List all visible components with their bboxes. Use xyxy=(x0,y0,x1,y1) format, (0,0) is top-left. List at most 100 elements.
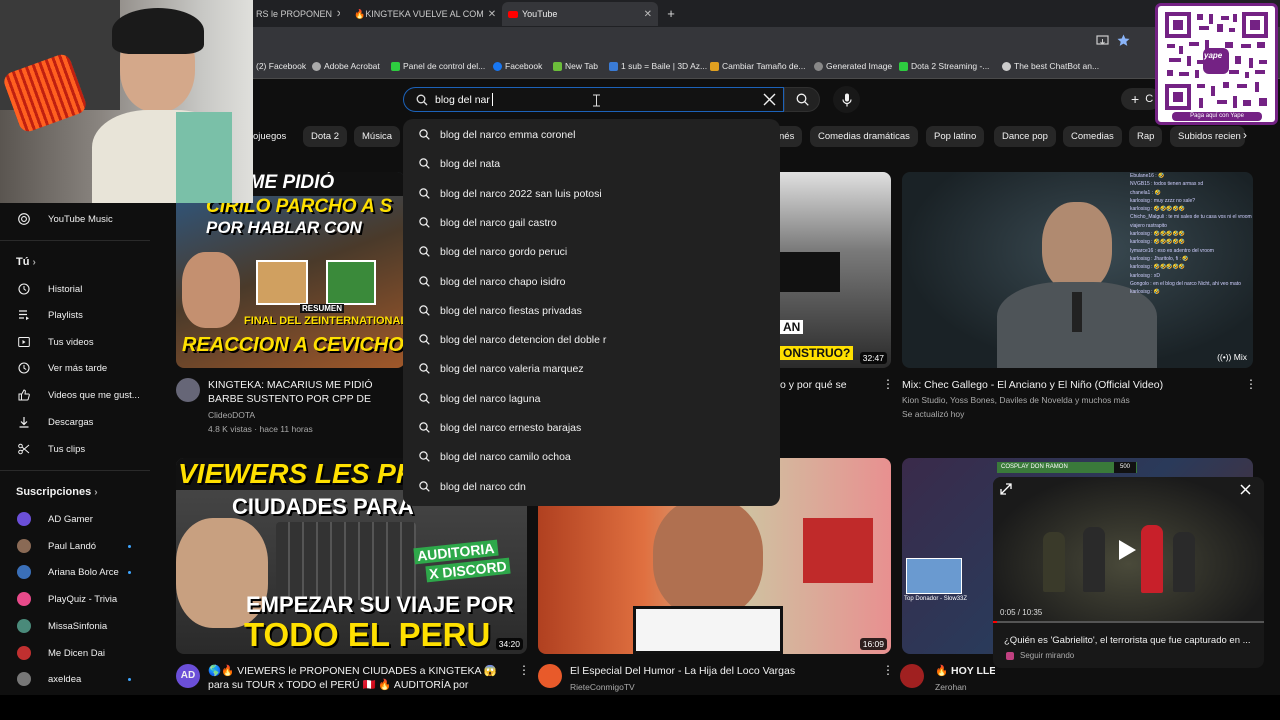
miniplayer-title[interactable]: ¿Quién es 'Gabrielito', el terrorista qu… xyxy=(1004,635,1256,646)
video-title[interactable]: El Especial Del Humor - La Hija del Loco… xyxy=(570,664,870,678)
scissors-icon xyxy=(18,443,30,455)
chip-comedias[interactable]: Comedias xyxy=(1063,126,1122,147)
more-options-icon[interactable]: ⋮ xyxy=(518,663,530,677)
subscription-item[interactable]: Paul Landó xyxy=(0,533,150,559)
subscription-item[interactable]: PlayQuiz - Trivia xyxy=(0,586,150,612)
more-options-icon[interactable]: ⋮ xyxy=(1245,377,1257,391)
search-suggestion[interactable]: blog del narco ernesto barajas xyxy=(403,413,780,442)
sidebar-item-tus-videos[interactable]: Tus videos xyxy=(0,329,150,355)
search-suggestion[interactable]: blog del narco fiestas privadas xyxy=(403,296,780,325)
figure xyxy=(1141,525,1163,593)
sidebar-item-liked-videos[interactable]: Videos que me gust... xyxy=(0,382,150,408)
bookmark-item[interactable]: The best ChatBot an... xyxy=(1002,61,1099,71)
bookmark-item[interactable]: Generated Image xyxy=(814,61,892,71)
channel-avatar[interactable] xyxy=(176,378,200,402)
search-suggestion[interactable]: blog del narco 2022 san luis potosi xyxy=(403,179,780,208)
chip-musica[interactable]: Música xyxy=(354,126,401,147)
bookmark-item[interactable]: 1 sub = Baile | 3D Az... xyxy=(609,61,707,71)
channel-name[interactable]: ClideoDOTA xyxy=(208,408,255,422)
video-title[interactable]: KINGTEKA: MACARIUS ME PIDIÓ BARBE SUSTEN… xyxy=(208,378,404,406)
subscription-item[interactable]: axeldea xyxy=(0,666,150,692)
bookmark-item[interactable]: New Tab xyxy=(553,61,598,71)
search-suggestion[interactable]: blog del narco laguna xyxy=(403,384,780,413)
search-suggestion[interactable]: blog del narco cdn xyxy=(403,472,780,501)
chip-dance-pop[interactable]: Dance pop xyxy=(994,126,1056,147)
search-suggestion[interactable]: blog del narco gail castro xyxy=(403,208,780,237)
search-suggestion[interactable]: blog del narco valeria marquez xyxy=(403,354,780,383)
new-tab-button[interactable]: + xyxy=(663,6,679,22)
search-suggestion[interactable]: blog del narco detencion del doble r xyxy=(403,325,780,354)
sidebar-item-tus-clips[interactable]: Tus clips xyxy=(0,436,150,462)
install-app-icon[interactable] xyxy=(1096,35,1109,47)
browser-tab-active[interactable]: YouTube ✕ xyxy=(502,2,658,26)
channel-avatar[interactable] xyxy=(900,664,924,688)
more-options-icon[interactable]: ⋮ xyxy=(882,377,894,391)
panel-favicon-icon xyxy=(391,61,400,71)
twitch-favicon-icon xyxy=(609,61,618,71)
search-suggestions-dropdown: blog del narco emma coronel blog del nata… xyxy=(403,119,780,506)
subscription-item[interactable]: AD Gamer xyxy=(0,506,150,532)
miniplayer[interactable]: 0:05 / 10:35 ¿Quién es 'Gabrielito', el … xyxy=(993,477,1264,668)
video-title[interactable]: o y por qué se xyxy=(780,378,875,392)
search-icon xyxy=(419,334,430,345)
bookmark-star-icon[interactable] xyxy=(1117,34,1130,47)
close-icon[interactable] xyxy=(1240,484,1251,495)
chip-videojuegos[interactable]: ojuegos xyxy=(253,126,294,147)
sidebar-section-you[interactable]: Tú › xyxy=(16,256,36,268)
clear-search-icon[interactable] xyxy=(763,93,776,106)
chip-anime[interactable]: nés xyxy=(779,126,803,147)
search-suggestion[interactable]: blog del narco camilo ochoa xyxy=(403,442,780,471)
voice-search-button[interactable] xyxy=(833,86,860,113)
channel-name[interactable]: Kion Studio, Yoss Bones, Daviles de Nove… xyxy=(902,393,1130,407)
video-title[interactable]: 🔥 HOY LLEU xyxy=(935,664,995,678)
sidebar-item-ver-mas-tarde[interactable]: Ver más tarde xyxy=(0,355,150,381)
figure xyxy=(1083,527,1105,592)
progress-track[interactable] xyxy=(993,621,1264,623)
channel-avatar[interactable] xyxy=(538,664,562,688)
close-tab-icon[interactable]: ✕ xyxy=(644,9,652,20)
bookmark-item[interactable]: Facebook xyxy=(493,61,542,71)
bookmark-item[interactable]: (2) Facebook xyxy=(256,61,306,71)
video-title[interactable]: Mix: Chec Gallego - El Anciano y El Niño… xyxy=(902,378,1232,392)
subscription-name: Me Dicen Dai xyxy=(48,647,106,659)
search-input[interactable]: blog del nar xyxy=(403,87,784,112)
bookmark-item[interactable]: Panel de control del... xyxy=(391,61,485,71)
search-suggestion[interactable]: blog del narco emma coronel xyxy=(403,120,780,149)
browser-tab[interactable]: 🔥KINGTEKA VUELVE AL COM ✕ xyxy=(344,2,497,26)
search-suggestion[interactable]: blog del narco gordo peruci xyxy=(403,237,780,266)
search-suggestion[interactable]: blog del narco chapo isidro xyxy=(403,267,780,296)
chip-comedias-dramaticas[interactable]: Comedias dramáticas xyxy=(810,126,918,147)
subscription-item[interactable]: MissaSinfonia xyxy=(0,613,150,639)
video-title[interactable]: 🌎🔥 VIEWERS le PROPONEN CIUDADES a KINGTE… xyxy=(208,664,518,692)
video-thumbnail[interactable]: AN ONSTRUO? 32:47 xyxy=(780,172,891,368)
expand-icon[interactable] xyxy=(1000,483,1012,495)
search-button[interactable] xyxy=(784,87,820,112)
sidebar-section-subscriptions[interactable]: Suscripciones › xyxy=(16,486,98,498)
chip-rap[interactable]: Rap xyxy=(1129,126,1163,147)
play-icon[interactable] xyxy=(1117,539,1137,561)
bookmark-item[interactable]: Adobe Acrobat xyxy=(312,61,380,71)
chip-subidos-recientemente[interactable]: Subidos recien xyxy=(1170,126,1245,147)
sidebar-item-descargas[interactable]: Descargas xyxy=(0,409,150,435)
thumb-text: FINAL DEL ZEINTERNATIONAL xyxy=(244,315,405,327)
channel-name[interactable]: Zerohan xyxy=(935,680,967,692)
video-thumbnail[interactable]: Ebulane16 : 🤣 NVGB15 : todos tienen arma… xyxy=(902,172,1253,368)
browser-tab[interactable]: RS le PROPONEN ✕ xyxy=(250,2,340,26)
bookmark-item[interactable]: Cambiar Tamaño de... xyxy=(710,61,805,71)
chip-dota2[interactable]: Dota 2 xyxy=(303,126,347,147)
subscription-item[interactable]: Ariana Bolo Arce xyxy=(0,559,150,585)
search-suggestion[interactable]: blog del nata xyxy=(403,149,780,178)
channel-avatar[interactable]: AD xyxy=(176,664,200,688)
chip-pop-latino[interactable]: Pop latino xyxy=(926,126,985,147)
channel-name[interactable]: RieteConmigoTV xyxy=(570,680,635,692)
bookmark-item[interactable]: Dota 2 Streaming -... xyxy=(899,61,989,71)
close-tab-icon[interactable]: ✕ xyxy=(488,9,496,20)
thumb-text: TODO EL PERU xyxy=(244,616,491,653)
sidebar-item-youtube-music[interactable]: YouTube Music xyxy=(0,206,150,232)
more-options-icon[interactable]: ⋮ xyxy=(882,663,894,677)
sidebar-item-playlists[interactable]: Playlists xyxy=(0,302,150,328)
subscription-item[interactable]: Me Dicen Dai xyxy=(0,640,150,666)
chips-next-icon[interactable]: › xyxy=(1243,128,1247,142)
sidebar-item-historial[interactable]: Historial xyxy=(0,276,150,302)
close-tab-icon[interactable]: ✕ xyxy=(336,9,340,20)
